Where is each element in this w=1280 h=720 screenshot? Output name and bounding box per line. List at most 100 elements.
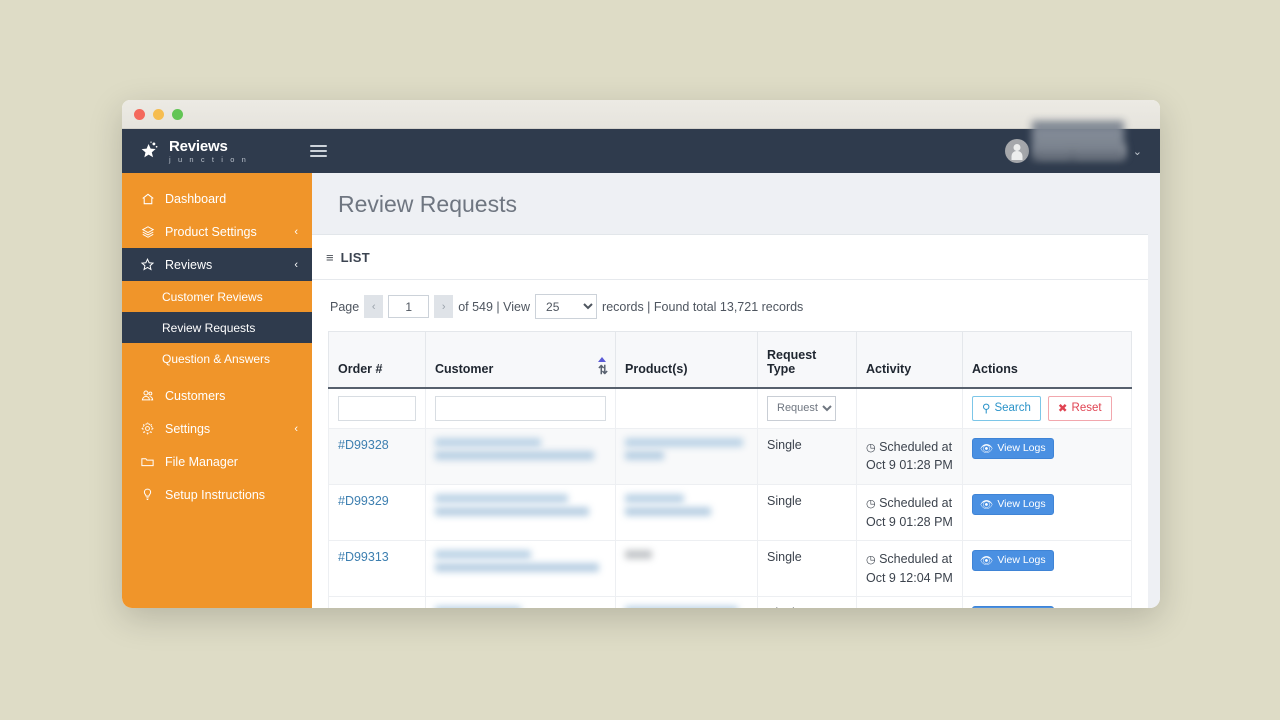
- request-type-filter-select[interactable]: Request Type Single Bulk: [767, 395, 836, 421]
- sidebar-caret-icon: ‹: [294, 225, 298, 238]
- customer-filter-input[interactable]: [435, 395, 606, 421]
- order-filter-input[interactable]: [338, 395, 416, 421]
- redacted-text: [625, 549, 653, 559]
- cell-activity: ◷ Scheduled at Oct 9 01:28 PM: [856, 483, 963, 541]
- eye-icon: 👁: [980, 442, 994, 455]
- topbar-user-menu[interactable]: ⌄: [1004, 121, 1160, 163]
- sidebar-subitem-label: Question & Answers: [162, 351, 271, 366]
- cross-icon: ✖: [1057, 403, 1068, 415]
- reset-button[interactable]: ✖ Reset: [1047, 395, 1112, 421]
- order-link[interactable]: #D99327: [338, 606, 389, 608]
- sidebar-subitem-question-answers[interactable]: Question & Answers: [122, 343, 312, 374]
- sidebar-item-customers[interactable]: Customers: [122, 379, 312, 412]
- browser-window: Reviews j u n c t i o n ⌄ Dashboard Prod…: [122, 100, 1160, 608]
- card-header: ≡ LIST: [312, 235, 1148, 280]
- chevron-down-icon: ⌄: [1132, 145, 1142, 158]
- sidebar-item-product-settings[interactable]: Product Settings ‹: [122, 215, 312, 248]
- window-minimize-button[interactable]: [153, 108, 164, 120]
- window-titlebar: [122, 100, 1160, 129]
- cell-actions: 👁 View Logs: [962, 483, 1132, 541]
- redacted-text: [435, 437, 542, 447]
- home-icon: [140, 191, 155, 206]
- page-size-select[interactable]: 25 50 100: [535, 294, 598, 319]
- view-logs-button[interactable]: 👁 View Logs: [972, 493, 1054, 515]
- column-header-customer[interactable]: Customer ⇅: [425, 331, 616, 389]
- table-row[interactable]: #D99329 Single ◷ Scheduled at Oct 9 01:2…: [328, 483, 1132, 541]
- redacted-text: [435, 605, 521, 608]
- cell-order: #D99313: [328, 539, 426, 597]
- cell-request-type: Single: [757, 483, 857, 541]
- table-row[interactable]: #D99328 Single ◷ Scheduled at Oct 9 01:2…: [328, 427, 1132, 485]
- redacted-text: [435, 493, 569, 503]
- sidebar-item-label: Customers: [165, 388, 226, 403]
- filter-cell-request-type: Request Type Single Bulk: [757, 387, 857, 429]
- next-page-button[interactable]: ›: [434, 295, 454, 318]
- activity-text: ◷ Scheduled at Oct 9 01:28 PM: [866, 494, 953, 531]
- sidebar-subitem-customer-reviews[interactable]: Customer Reviews: [122, 281, 312, 312]
- filter-cell-customer: [425, 387, 616, 429]
- sidebar-subitem-review-requests[interactable]: Review Requests: [122, 312, 312, 343]
- search-button[interactable]: ⚲ Search: [972, 395, 1041, 421]
- cell-customer: [425, 539, 616, 597]
- table-row[interactable]: #D99327 Single: [328, 595, 1132, 609]
- brand-logo[interactable]: Reviews j u n c t i o n: [122, 139, 300, 164]
- sidebar-item-label: Product Settings: [165, 224, 257, 239]
- filter-action-buttons: ⚲ Search ✖ Reset: [972, 395, 1122, 421]
- window-maximize-button[interactable]: [172, 108, 183, 120]
- column-header-activity[interactable]: Activity: [856, 331, 963, 389]
- sidebar-item-label: Dashboard: [165, 191, 227, 206]
- gear-icon: [140, 421, 155, 436]
- activity-text: ◷ Scheduled at Oct 9 11:48 AM: [866, 606, 953, 609]
- column-header-request-type[interactable]: Request Type: [757, 331, 857, 389]
- prev-page-button[interactable]: ‹: [364, 295, 384, 318]
- sort-asc-icon[interactable]: ⇅: [598, 356, 608, 376]
- filter-cell-products: [615, 387, 758, 429]
- sidebar-item-label: Settings: [165, 421, 211, 436]
- column-header-label: Customer: [435, 361, 494, 376]
- column-header-products[interactable]: Product(s): [615, 331, 758, 389]
- window-close-button[interactable]: [134, 108, 145, 120]
- order-link[interactable]: #D99329: [338, 494, 389, 508]
- list-icon: ≡: [326, 249, 334, 265]
- column-header-actions[interactable]: Actions: [962, 331, 1132, 389]
- view-logs-button[interactable]: 👁 View Logs: [972, 437, 1054, 459]
- sidebar-item-dashboard[interactable]: Dashboard: [122, 182, 312, 215]
- order-link[interactable]: #D99313: [338, 550, 389, 564]
- sidebar-item-settings[interactable]: Settings ‹: [122, 412, 312, 445]
- view-logs-button[interactable]: 👁 View Logs: [972, 605, 1054, 608]
- table-row[interactable]: #D99313 Single ◷ Scheduled at Oct 9 12:0…: [328, 539, 1132, 597]
- activity-time: Oct 9 12:04 PM: [866, 570, 953, 585]
- redacted-text: [625, 605, 739, 608]
- sidebar-caret-icon: ‹: [294, 422, 298, 435]
- sidebar-subitem-label: Customer Reviews: [162, 289, 263, 304]
- sidebar-item-setup-instructions[interactable]: Setup Instructions: [122, 478, 312, 511]
- folder-icon: [140, 454, 155, 469]
- search-button-label: Search: [994, 402, 1031, 414]
- sidebar-item-file-manager[interactable]: File Manager: [122, 445, 312, 478]
- review-requests-table: Order # Customer ⇅ Product(s) Request Ty…: [328, 331, 1132, 608]
- table-header-row: Order # Customer ⇅ Product(s) Request Ty…: [328, 331, 1132, 389]
- column-header-order[interactable]: Order #: [328, 331, 426, 389]
- lightbulb-icon: [140, 487, 155, 502]
- cell-request-type: Single: [757, 595, 857, 608]
- activity-time: Oct 9 01:28 PM: [866, 514, 953, 529]
- magnifier-icon: ⚲: [982, 403, 991, 415]
- hamburger-icon[interactable]: [306, 141, 331, 161]
- cell-products: [615, 427, 758, 485]
- list-card: ≡ LIST Page ‹ › of 549 | View 25 50 100 …: [312, 234, 1148, 608]
- cell-actions: 👁 View Logs: [962, 595, 1132, 608]
- pagination-bar: Page ‹ › of 549 | View 25 50 100 records…: [312, 280, 1148, 331]
- redacted-text: [435, 450, 595, 460]
- view-logs-button[interactable]: 👁 View Logs: [972, 549, 1054, 571]
- activity-text: ◷ Scheduled at Oct 9 01:28 PM: [866, 438, 953, 475]
- order-link[interactable]: #D99328: [338, 438, 389, 452]
- cell-products: [615, 595, 758, 608]
- cell-products: [615, 539, 758, 597]
- eye-icon: 👁: [980, 554, 994, 567]
- star-icon: [141, 140, 158, 157]
- page-number-input[interactable]: [388, 295, 430, 318]
- clock-icon: ◷: [866, 553, 876, 566]
- activity-label: Scheduled at: [879, 439, 953, 454]
- card-title: LIST: [340, 249, 370, 265]
- sidebar-item-reviews[interactable]: Reviews ‹: [122, 248, 312, 281]
